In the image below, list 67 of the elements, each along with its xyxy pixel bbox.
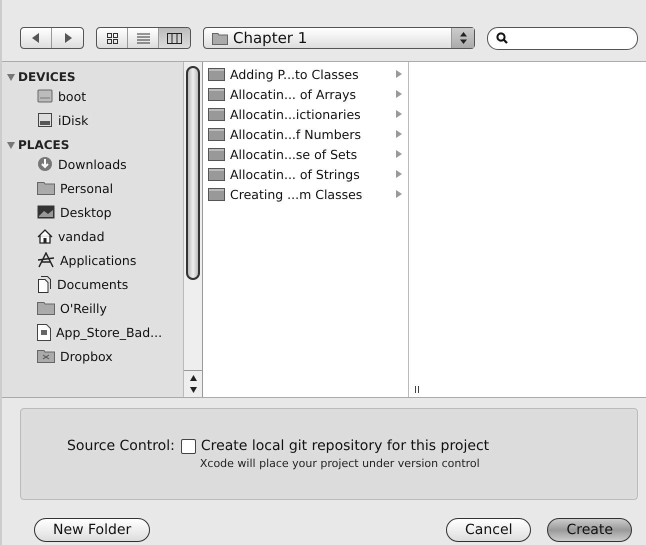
folder-icon bbox=[208, 88, 225, 100]
file-icon bbox=[37, 324, 51, 340]
new-folder-button[interactable]: New Folder bbox=[34, 518, 150, 542]
folder-icon bbox=[208, 148, 225, 160]
create-button[interactable]: Create bbox=[547, 518, 632, 542]
location-popup[interactable]: Chapter 1 bbox=[203, 27, 475, 49]
documents-icon bbox=[37, 276, 52, 292]
sidebar-item[interactable]: vandad bbox=[2, 224, 183, 248]
folder-icon bbox=[208, 108, 225, 120]
sidebar-item[interactable]: Personal bbox=[2, 176, 183, 200]
folder-row[interactable]: Allocatin...se of Sets bbox=[203, 144, 408, 164]
sidebar-item[interactable]: boot bbox=[2, 84, 183, 108]
folder-icon bbox=[212, 32, 228, 44]
up-down-arrows-icon bbox=[460, 32, 466, 44]
scroll-down-icon[interactable] bbox=[190, 387, 196, 393]
sidebar-item[interactable]: O'Reilly bbox=[2, 296, 183, 320]
desktop-icon bbox=[37, 205, 55, 219]
folder-row[interactable]: Allocatin... of Arrays bbox=[203, 84, 408, 104]
folder-icon bbox=[37, 301, 55, 315]
applications-icon bbox=[37, 252, 55, 268]
sidebar-item[interactable]: App_Store_Bad... bbox=[2, 320, 183, 344]
folder-row[interactable]: Adding P...to Classes bbox=[203, 64, 408, 84]
sidebar-item[interactable]: Dropbox bbox=[2, 344, 183, 368]
disclosure-arrow-icon bbox=[396, 170, 402, 178]
sidebar-item[interactable]: Documents bbox=[2, 272, 183, 296]
view-mode-button[interactable] bbox=[159, 28, 190, 48]
scroll-up-icon[interactable] bbox=[190, 375, 196, 381]
back-icon bbox=[32, 33, 40, 43]
disclosure-arrow-icon bbox=[396, 110, 402, 118]
disclosure-arrow-icon bbox=[396, 190, 402, 198]
icon-view-icon bbox=[106, 32, 118, 44]
folder-icon bbox=[37, 349, 55, 363]
checkbox-label[interactable]: Create local git repository for this project bbox=[200, 438, 490, 454]
download-icon bbox=[37, 156, 53, 172]
scroll-bar[interactable] bbox=[183, 62, 202, 397]
folder-icon bbox=[208, 188, 225, 200]
folder-icon bbox=[37, 181, 55, 195]
folder-icon bbox=[208, 168, 225, 180]
hint-text: Xcode will place your project under version control bbox=[198, 457, 481, 470]
disclosure-triangle-icon[interactable] bbox=[7, 74, 15, 80]
disclosure-arrow-icon bbox=[396, 150, 402, 158]
column-resize-handle-icon[interactable] bbox=[415, 386, 419, 393]
cancel-button[interactable]: Cancel bbox=[446, 518, 532, 542]
sidebar-item[interactable]: iDisk bbox=[2, 108, 183, 132]
section-header: DEVICES bbox=[18, 70, 76, 84]
disclosure-arrow-icon bbox=[396, 90, 402, 98]
sidebar-item[interactable]: Downloads bbox=[2, 152, 183, 176]
folder-icon bbox=[208, 68, 225, 80]
disclosure-triangle-icon[interactable] bbox=[7, 142, 15, 148]
section-header: PLACES bbox=[18, 138, 70, 152]
list-view-icon bbox=[136, 32, 150, 44]
folder-row[interactable]: Creating ...m Classes bbox=[203, 184, 408, 204]
folder-row[interactable]: Allocatin...f Numbers bbox=[203, 124, 408, 144]
disclosure-arrow-icon bbox=[396, 70, 402, 78]
folder-row[interactable]: Allocatin...ictionaries bbox=[203, 104, 408, 124]
sidebar-item[interactable]: Desktop bbox=[2, 200, 183, 224]
source-control-label: Source Control: bbox=[67, 438, 175, 454]
search-field[interactable] bbox=[487, 26, 638, 50]
search-icon bbox=[496, 32, 508, 44]
disclosure-arrow-icon bbox=[396, 130, 402, 138]
folder-row[interactable]: Allocatin... of Strings bbox=[203, 164, 408, 184]
house-icon bbox=[37, 228, 53, 244]
column-view-icon bbox=[167, 32, 182, 44]
forward-icon bbox=[64, 33, 72, 43]
checkbox[interactable] bbox=[180, 438, 196, 454]
sidebar-item[interactable]: Applications bbox=[2, 248, 183, 272]
folder-icon bbox=[208, 128, 225, 140]
